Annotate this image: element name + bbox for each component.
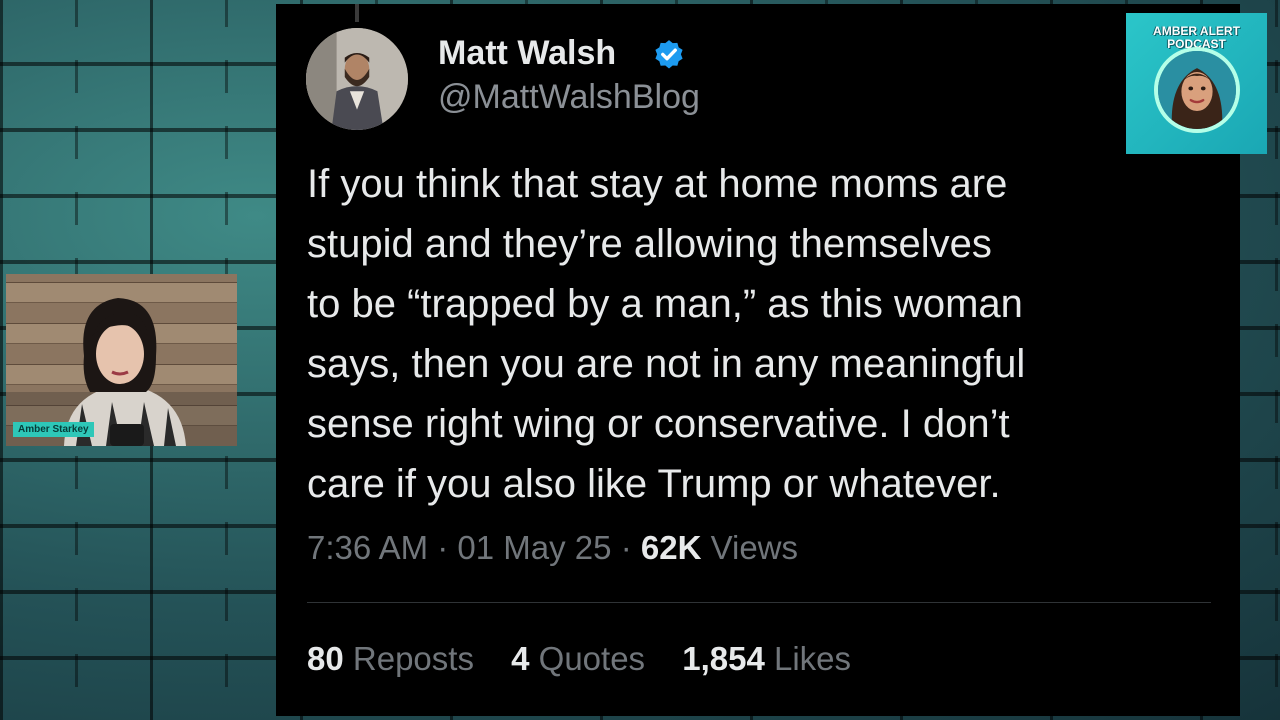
likes-stat[interactable]: 1,854 Likes [682,640,851,677]
podcast-logo: AMBER ALERT PODCAST [1126,13,1267,154]
meta-separator: · [437,529,449,566]
reposts-stat[interactable]: 80 Reposts [307,640,474,677]
reposts-label: Reposts [352,640,474,677]
likes-label: Likes [774,640,852,677]
tweet-text-line: stupid and they’re allowing themselves [307,222,992,266]
tweet-text-line: says, then you are not in any meaningful [307,342,1026,386]
tweet-text-line: sense right wing or conservative. I don’… [307,402,1010,446]
card-top-marker [355,4,359,22]
presenter-video [6,298,237,446]
verified-badge-icon [655,40,683,69]
views-count: 62K [640,529,702,566]
meta-separator: · [620,529,632,566]
tweet-text-line: care if you also like Trump or whatever. [307,462,1001,506]
author-avatar[interactable] [306,28,408,130]
divider [307,602,1211,603]
tweet-text-line: If you think that stay at home moms are [307,162,1008,206]
quotes-count: 4 [511,640,530,677]
reposts-count: 80 [307,640,344,677]
tweet-date[interactable]: 01 May 25 [457,529,611,566]
tweet-meta: 7:36 AM · 01 May 25 · 62K Views [307,529,798,567]
author-name[interactable]: Matt Walsh [438,34,616,73]
author-handle[interactable]: @MattWalshBlog [438,78,700,117]
webcam-overlay: Amber Starkey [6,274,237,446]
presenter-name-label: Amber Starkey [13,422,94,437]
tweet-time[interactable]: 7:36 AM [307,529,428,566]
podcast-host-portrait [1154,47,1240,133]
likes-count: 1,854 [682,640,765,677]
tweet-text: If you think that stay at home moms are … [307,154,1207,514]
views-label: Views [710,529,799,566]
engagement-stats: 80 Reposts 4 Quotes 1,854 Likes [307,640,879,678]
host-illustration [1158,51,1236,129]
tweet-card: Matt Walsh @MattWalshBlog If you think t… [276,4,1240,716]
tweet-text-line: to be “trapped by a man,” as this woman [307,282,1023,326]
quotes-label: Quotes [538,640,646,677]
author-photo [306,28,408,130]
quotes-stat[interactable]: 4 Quotes [511,640,645,677]
